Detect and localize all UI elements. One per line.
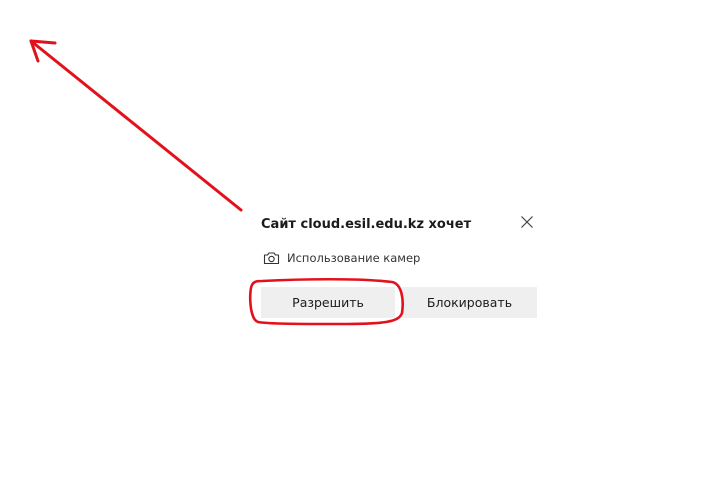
allow-button[interactable]: Разрешить: [261, 287, 395, 318]
arrow-icon: [29, 39, 243, 212]
close-button[interactable]: [517, 212, 537, 232]
close-icon: [521, 216, 533, 228]
permission-item-camera: Использование камер: [262, 249, 420, 267]
permission-label: Использование камер: [287, 251, 421, 265]
permission-prompt: Сайт cloud.esil.edu.kz хочет Использован…: [248, 200, 548, 328]
camera-icon: [262, 250, 280, 266]
block-button[interactable]: Блокировать: [402, 287, 537, 318]
prompt-title: Сайт cloud.esil.edu.kz хочет: [261, 217, 472, 232]
